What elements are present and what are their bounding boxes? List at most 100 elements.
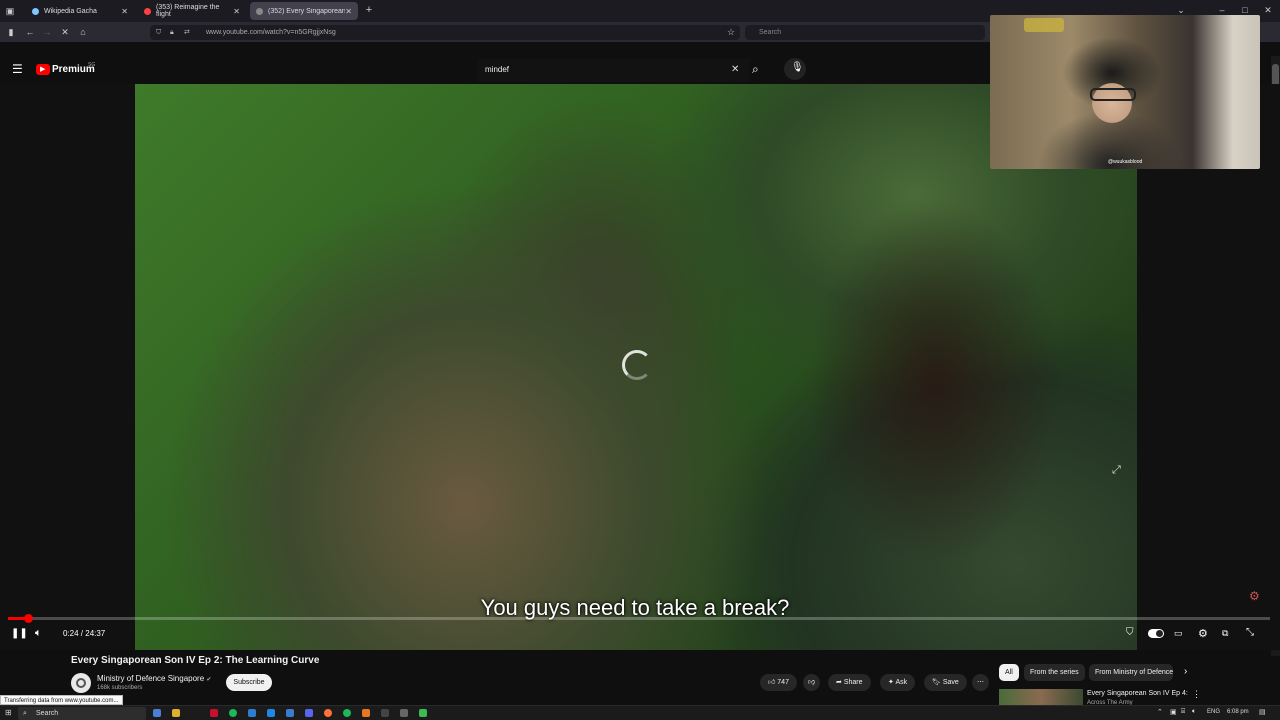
taskbar-app-icon[interactable] xyxy=(267,709,275,717)
check-circle-icon: ✔ xyxy=(206,677,212,683)
shield-icon[interactable]: ⛉ xyxy=(156,25,161,40)
progress-scrubber[interactable] xyxy=(24,614,33,623)
progress-bar[interactable] xyxy=(8,614,1270,623)
save-button[interactable]: 🔖︎ Save xyxy=(924,674,967,691)
wall-poster-graphic xyxy=(1024,18,1064,32)
lock-icon[interactable]: 🔒︎ xyxy=(170,25,174,40)
search-placeholder: Search xyxy=(759,29,782,36)
thumbs-up-icon: 👍︎ xyxy=(768,679,776,686)
close-icon[interactable]: ✕ xyxy=(121,7,128,16)
taskbar-app-icon[interactable] xyxy=(362,709,370,717)
speaker-icon[interactable]: 🔈︎ xyxy=(1192,708,1196,716)
taskbar-app-icon[interactable] xyxy=(343,709,351,717)
chevron-right-icon[interactable]: › xyxy=(1184,666,1187,677)
taskbar-app-icon[interactable] xyxy=(381,709,389,717)
forward-arrow-icon[interactable]: → xyxy=(40,25,54,39)
recommendation-thumbnail[interactable] xyxy=(999,689,1083,705)
language-indicator[interactable]: ENG xyxy=(1207,709,1220,715)
windows-start-icon[interactable]: ⊞ xyxy=(5,708,12,717)
taskbar-clock[interactable]: 6:08 pm xyxy=(1227,709,1249,715)
channel-name-text: Ministry of Defence Singapore xyxy=(97,674,205,683)
close-icon[interactable]: ✕ xyxy=(233,7,240,16)
channel-avatar[interactable] xyxy=(71,673,91,693)
wikipedia-favicon-icon xyxy=(32,7,39,15)
youtube-logo-icon[interactable]: ▶ xyxy=(36,64,50,75)
stop-loading-icon[interactable]: ✕ xyxy=(58,25,72,39)
tab-label: (352) Every Singaporean Son IV xyxy=(268,7,346,15)
share-button[interactable]: ➦ Share xyxy=(828,674,871,691)
subtitles-icon[interactable]: ▭ xyxy=(1174,628,1183,639)
chip-from-channel[interactable]: From Ministry of Defence xyxy=(1089,664,1173,681)
discord-icon[interactable] xyxy=(305,709,313,717)
address-bar[interactable]: ⛉ 🔒︎ ⇄ www.youtube.com/watch?v=n5GRgjjxN… xyxy=(150,25,740,40)
taskbar-app-icon[interactable] xyxy=(248,709,256,717)
search-input[interactable]: mindef ✕ xyxy=(478,58,750,82)
menu-hamburger-icon[interactable]: ☰ xyxy=(12,62,23,76)
file-explorer-icon[interactable] xyxy=(172,709,180,717)
premium-shield-icon[interactable]: ⛉ xyxy=(1126,627,1134,638)
notification-icon[interactable]: ▤ xyxy=(1259,708,1266,716)
spotify-icon[interactable] xyxy=(229,709,237,717)
tray-chevron-icon[interactable]: ⌃ xyxy=(1157,708,1163,716)
expand-icon[interactable]: ⤢ xyxy=(1112,464,1121,477)
miniplayer-icon[interactable]: ⧉ xyxy=(1222,628,1228,639)
ask-button[interactable]: ✦ Ask xyxy=(880,674,916,691)
channel-name[interactable]: Ministry of Defence Singapore ✔ xyxy=(97,674,211,683)
autoplay-toggle[interactable] xyxy=(1148,629,1164,638)
save-label: Save xyxy=(942,679,959,686)
browser-tab-active[interactable]: (352) Every Singaporean Son IV ✕ xyxy=(250,2,358,20)
more-actions-button[interactable]: ⋯ xyxy=(972,674,989,691)
voice-search-button[interactable]: 🎙︎ xyxy=(784,58,806,80)
volume-icon[interactable]: 🔈︎ xyxy=(35,627,42,640)
tab-label: Wikipedia Gacha xyxy=(44,7,97,15)
home-icon[interactable]: ⌂ xyxy=(76,25,90,39)
browser-status-text: Transferring data from www.youtube.com..… xyxy=(0,695,123,705)
sidebar-toggle-icon[interactable]: ▮ xyxy=(4,25,18,39)
search-icon[interactable]: ⌕ xyxy=(752,62,759,77)
ask-label: Ask xyxy=(895,679,908,686)
webcam-overlay: @wuukasblood xyxy=(990,15,1260,169)
time-display: 0:24 / 24:37 xyxy=(63,629,106,638)
loading-spinner-icon xyxy=(622,350,652,380)
more-vertical-icon[interactable]: ⋮ xyxy=(1192,689,1201,700)
back-arrow-icon[interactable]: ← xyxy=(23,25,37,39)
dislike-button[interactable]: 👎︎ xyxy=(803,674,821,691)
obs-icon[interactable] xyxy=(400,709,408,717)
tray-app-icon[interactable]: ▣ xyxy=(1170,708,1177,716)
webcam-handle: @wuukasblood xyxy=(1108,159,1143,165)
close-icon[interactable]: ✕ xyxy=(345,7,352,16)
chip-all[interactable]: All xyxy=(999,664,1019,681)
taskbar-app-icon[interactable] xyxy=(419,709,427,717)
browser-search-field[interactable]: Search xyxy=(745,25,985,40)
video-title: Every Singaporean Son IV Ep 2: The Learn… xyxy=(71,655,320,666)
fullscreen-icon[interactable]: ⤡ xyxy=(1246,627,1254,638)
clear-search-icon[interactable]: ✕ xyxy=(731,58,739,82)
new-tab-icon[interactable]: + xyxy=(362,3,376,17)
taskbar-app-icon[interactable] xyxy=(153,709,161,717)
bookmark-star-icon[interactable]: ☆ xyxy=(724,25,738,39)
chip-from-series[interactable]: From the series xyxy=(1024,664,1085,681)
taskbar-app-icon[interactable] xyxy=(286,709,294,717)
bookmark-icon: 🔖︎ xyxy=(932,679,941,686)
country-badge: SG xyxy=(88,62,96,68)
share-arrow-icon: ➦ xyxy=(836,679,842,686)
network-icon[interactable]: ⌸ xyxy=(1181,708,1185,716)
taskbar-app-icon[interactable] xyxy=(210,709,218,717)
tab-overview-icon[interactable]: ▣ xyxy=(3,4,17,18)
recommendation-title[interactable]: Every Singaporean Son IV Ep 4: xyxy=(1087,690,1188,697)
subscriber-count: 168k subscribers xyxy=(97,685,143,691)
browser-tab[interactable]: Wikipedia Gacha ✕ xyxy=(26,2,134,20)
like-count: 747 xyxy=(777,679,789,686)
like-button[interactable]: 👍︎ 747 xyxy=(760,674,797,691)
browser-tab[interactable]: (353) Reimagine the flight ✕ xyxy=(138,2,246,20)
settings-gear-icon[interactable]: ⚙ xyxy=(1198,627,1208,640)
window-close-icon[interactable]: ✕ xyxy=(1261,3,1275,17)
search-icon: ⌕ xyxy=(23,710,27,717)
pause-icon[interactable]: ❚❚ xyxy=(11,628,28,639)
more-horizontal-icon: ⋯ xyxy=(977,679,984,686)
firefox-icon[interactable] xyxy=(324,709,332,717)
permissions-icon[interactable]: ⇄ xyxy=(184,25,190,40)
toggle-knob xyxy=(1156,630,1163,637)
subscribe-button[interactable]: Subscribe xyxy=(226,674,272,691)
taskbar-search[interactable]: ⌕ Search xyxy=(18,707,146,720)
